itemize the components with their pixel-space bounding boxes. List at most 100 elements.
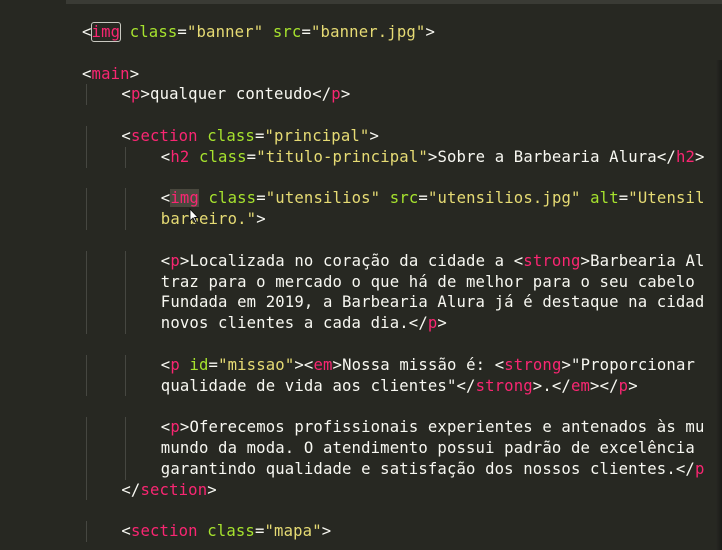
html-string: "mapa" bbox=[264, 522, 322, 541]
code-line[interactable]: qualidade de vida aos clientes"</strong>… bbox=[82, 375, 722, 397]
indent-guide bbox=[125, 146, 127, 168]
html-tag-name: section bbox=[140, 480, 208, 499]
indent-guide bbox=[86, 354, 87, 376]
html-punctuation: > bbox=[140, 85, 151, 104]
html-attribute: class bbox=[129, 23, 178, 41]
code-line-content: <img class="utensilios" src="utensilios.… bbox=[161, 188, 705, 209]
code-line-content: <section class="mapa"> bbox=[121, 521, 331, 542]
mouse-pointer-icon bbox=[189, 208, 199, 224]
code-line[interactable] bbox=[82, 43, 722, 64]
code-line[interactable]: novos clientes a cada dia.</p> bbox=[82, 313, 722, 334]
html-punctuation: = bbox=[256, 189, 266, 208]
html-punctuation: < bbox=[121, 85, 131, 104]
code-line[interactable]: <p>Localizada no coração da cidade a <st… bbox=[82, 250, 722, 272]
code-line-content: qualidade de vida aos clientes"</strong>… bbox=[161, 376, 638, 397]
html-attribute: src bbox=[389, 189, 419, 208]
code-line[interactable]: Fundada em 2019, a Barbearia Alura já é … bbox=[82, 292, 722, 314]
html-tag-name: em bbox=[570, 376, 591, 395]
code-line[interactable] bbox=[82, 230, 722, 251]
html-attribute: class bbox=[207, 522, 255, 541]
text-content: Barbearia Al bbox=[590, 251, 705, 270]
code-line-content: <p>Localizada no coração da cidade a <st… bbox=[161, 251, 705, 272]
indent-guide bbox=[86, 313, 87, 334]
text-content bbox=[581, 189, 591, 207]
html-tag-name: strong bbox=[475, 376, 533, 395]
indent-guide bbox=[86, 84, 87, 106]
html-attribute: src bbox=[272, 23, 302, 41]
html-attribute: alt bbox=[590, 189, 619, 208]
text-content: Oferecemos profissionais experientes e a… bbox=[189, 418, 705, 437]
html-string: "principal" bbox=[264, 126, 370, 145]
indent-guide bbox=[86, 188, 87, 210]
html-punctuation: < bbox=[160, 355, 171, 374]
text-content: . bbox=[542, 376, 552, 395]
html-punctuation: > bbox=[179, 418, 190, 437]
code-line-content: <img class="banner" src="banner.jpg"> bbox=[82, 22, 435, 43]
code-line[interactable]: traz para o mercado o que há de melhor p… bbox=[82, 271, 722, 293]
code-line-content: novos clientes a cada dia.</p> bbox=[161, 313, 447, 334]
code-line-content: mundo da moda. O atendimento possui padr… bbox=[161, 438, 695, 459]
html-punctuation: > bbox=[321, 522, 332, 541]
code-line[interactable]: <p>qualquer conteudo</p> bbox=[82, 84, 722, 106]
indent-guide bbox=[125, 458, 127, 480]
html-tag-name: p bbox=[170, 355, 180, 374]
html-punctuation: > bbox=[332, 355, 343, 374]
code-line-content: <p>qualquer conteudo</p> bbox=[121, 84, 350, 105]
html-punctuation: </ bbox=[456, 376, 476, 395]
code-line-content: <p>Oferecemos profissionais experientes … bbox=[161, 417, 705, 438]
text-content: qualquer conteudo bbox=[150, 85, 313, 104]
code-line[interactable]: <p>Oferecemos profissionais experientes … bbox=[82, 417, 722, 438]
code-line-content: garantindo qualidade e satisfação dos no… bbox=[161, 459, 705, 480]
code-line[interactable] bbox=[82, 500, 722, 521]
code-line[interactable] bbox=[82, 396, 722, 417]
code-line[interactable]: <img class="utensilios" src="utensilios.… bbox=[82, 188, 722, 210]
code-line[interactable] bbox=[82, 105, 722, 126]
text-content bbox=[198, 127, 208, 145]
text-content bbox=[120, 23, 130, 41]
indent-guide bbox=[125, 417, 127, 438]
indent-guide bbox=[86, 125, 87, 147]
html-tag-name: p bbox=[694, 459, 705, 478]
code-line[interactable]: garantindo qualidade e satisfação dos no… bbox=[82, 458, 722, 480]
code-line[interactable]: barbeiro."> bbox=[82, 209, 722, 230]
code-line[interactable]: <h2 class="titulo-principal">Sobre a Bar… bbox=[82, 146, 722, 168]
code-line[interactable]: <p id="missao"><em>Nossa missão é: <stro… bbox=[82, 354, 722, 376]
text-content bbox=[199, 189, 209, 207]
html-punctuation: > bbox=[129, 64, 140, 83]
html-punctuation: </ bbox=[675, 459, 695, 478]
text-content bbox=[198, 522, 208, 540]
code-area[interactable]: <img class="banner" src="banner.jpg"> <ma… bbox=[82, 22, 722, 550]
html-tag-name: p bbox=[331, 85, 341, 104]
code-line[interactable] bbox=[82, 334, 722, 355]
html-punctuation: = bbox=[208, 355, 219, 374]
html-punctuation: > bbox=[628, 376, 638, 395]
html-tag-name: p bbox=[170, 418, 180, 437]
html-attribute: id bbox=[189, 355, 209, 374]
code-line-content: </section> bbox=[121, 480, 216, 501]
html-tag-name: strong bbox=[523, 251, 581, 270]
html-punctuation: > bbox=[340, 85, 351, 104]
code-line[interactable] bbox=[82, 168, 722, 189]
code-line[interactable]: <img class="banner" src="banner.jpg"> bbox=[82, 22, 722, 43]
editor-top-edge bbox=[0, 0, 722, 4]
html-punctuation: > bbox=[561, 355, 572, 374]
html-punctuation: </ bbox=[656, 147, 676, 166]
html-punctuation: > bbox=[425, 23, 436, 41]
code-line[interactable]: <main> bbox=[82, 64, 722, 85]
code-line[interactable]: <section class="mapa"> bbox=[82, 521, 722, 542]
line-gutter bbox=[0, 0, 66, 550]
html-punctuation: </ bbox=[599, 376, 619, 395]
html-punctuation: </ bbox=[121, 480, 141, 499]
html-string: "utensilios" bbox=[265, 189, 381, 208]
html-punctuation: > bbox=[590, 376, 600, 395]
html-tag-name: p bbox=[427, 314, 438, 333]
code-line[interactable]: </section> bbox=[82, 479, 722, 501]
html-punctuation: < bbox=[160, 189, 171, 208]
code-line[interactable]: mundo da moda. O atendimento possui padr… bbox=[82, 437, 722, 459]
html-punctuation: > bbox=[532, 376, 543, 395]
html-punctuation: > bbox=[437, 314, 447, 333]
code-line[interactable]: <section class="principal"> bbox=[82, 125, 722, 147]
html-string: "titulo-principal" bbox=[256, 147, 428, 166]
text-content: mundo da moda. O atendimento possui padr… bbox=[160, 438, 695, 457]
code-editor[interactable]: <img class="banner" src="banner.jpg"> <ma… bbox=[0, 0, 722, 550]
